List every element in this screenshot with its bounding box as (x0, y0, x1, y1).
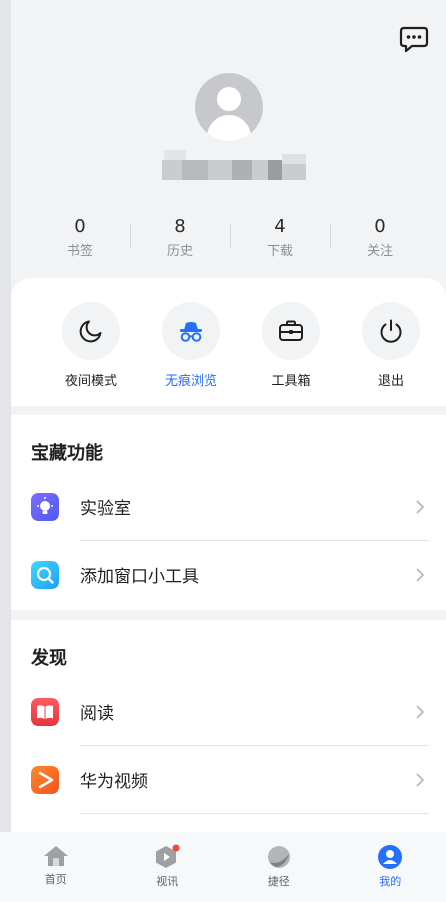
video-feed-icon (156, 844, 180, 868)
chat-bubble-icon (399, 26, 429, 53)
bottom-tab-bar: 首页 视讯 捷径 我的 (0, 832, 446, 902)
tab-label: 视讯 (156, 875, 179, 888)
row-divider (80, 813, 429, 814)
incognito-label: 无痕浏览 (164, 374, 217, 389)
stat-history[interactable]: 8 历史 (130, 216, 230, 264)
stat-bookmarks[interactable]: 0 书签 (30, 216, 130, 264)
tab-label: 捷径 (267, 875, 290, 888)
incognito-button[interactable]: 无痕浏览 (141, 302, 241, 389)
huawei-video-row[interactable]: 华为视频 (11, 746, 446, 814)
chevron-right-icon (416, 773, 424, 787)
discover-section: 发现 阅读 华为视频 (11, 620, 446, 832)
stat-value: 4 (274, 216, 286, 237)
messages-button[interactable] (398, 24, 430, 54)
stat-label: 书签 (66, 244, 93, 259)
toolbox-button[interactable]: 工具箱 (241, 302, 341, 389)
tab-video[interactable]: 视讯 (112, 832, 224, 902)
chevron-right-icon (416, 568, 424, 582)
tab-shortcuts[interactable]: 捷径 (223, 832, 335, 902)
incognito-icon (180, 322, 202, 342)
lab-icon (31, 493, 59, 521)
video-icon (31, 766, 59, 794)
add-widget-row[interactable]: 添加窗口小工具 (11, 541, 446, 609)
stat-value: 0 (74, 216, 86, 237)
chevron-right-icon (416, 705, 424, 719)
night-mode-label: 夜间模式 (64, 374, 117, 389)
add-widget-label: 添加窗口小工具 (80, 567, 199, 587)
logout-label: 退出 (377, 374, 404, 389)
stat-following[interactable]: 0 关注 (330, 216, 430, 264)
tab-label: 首页 (44, 873, 67, 886)
home-icon (43, 846, 68, 866)
username-blurred[interactable] (162, 150, 306, 182)
avatar-body-shape (207, 115, 251, 141)
quick-actions-card: 夜间模式 无痕浏览 工具箱 退出 (11, 278, 446, 406)
stat-value: 0 (374, 216, 386, 237)
treasure-section: 宝藏功能 实验室 添加窗口小工具 (11, 415, 446, 610)
stat-value: 8 (174, 216, 186, 237)
stat-label: 历史 (166, 244, 193, 259)
toolbox-label: 工具箱 (271, 374, 311, 389)
person-icon (378, 845, 403, 869)
night-mode-button[interactable]: 夜间模式 (41, 302, 141, 389)
notification-dot (172, 844, 180, 852)
stat-label: 关注 (366, 244, 393, 259)
profile-stats: 0 书签 8 历史 4 下载 0 关注 (30, 216, 430, 264)
book-icon (31, 698, 59, 726)
reading-row[interactable]: 阅读 (11, 678, 446, 746)
power-icon (380, 319, 402, 343)
shortcuts-icon (267, 846, 290, 868)
tab-home[interactable]: 首页 (0, 832, 112, 902)
huawei-video-label: 华为视频 (80, 772, 148, 792)
stat-downloads[interactable]: 4 下载 (230, 216, 330, 264)
avatar[interactable] (195, 73, 263, 141)
chevron-right-icon (416, 500, 424, 514)
lab-label: 实验室 (80, 499, 131, 519)
lab-row[interactable]: 实验室 (11, 473, 446, 541)
widget-icon (31, 561, 59, 589)
discover-section-title: 发现 (31, 648, 67, 669)
tab-me[interactable]: 我的 (335, 832, 446, 902)
treasure-section-title: 宝藏功能 (31, 443, 103, 464)
moon-icon (79, 320, 102, 343)
stat-label: 下载 (266, 244, 293, 259)
left-edge-strip (0, 0, 11, 902)
avatar-head-shape (217, 87, 241, 111)
toolbox-icon (279, 320, 303, 341)
logout-button[interactable]: 退出 (341, 302, 441, 389)
tab-label: 我的 (379, 875, 402, 888)
reading-label: 阅读 (80, 704, 114, 724)
